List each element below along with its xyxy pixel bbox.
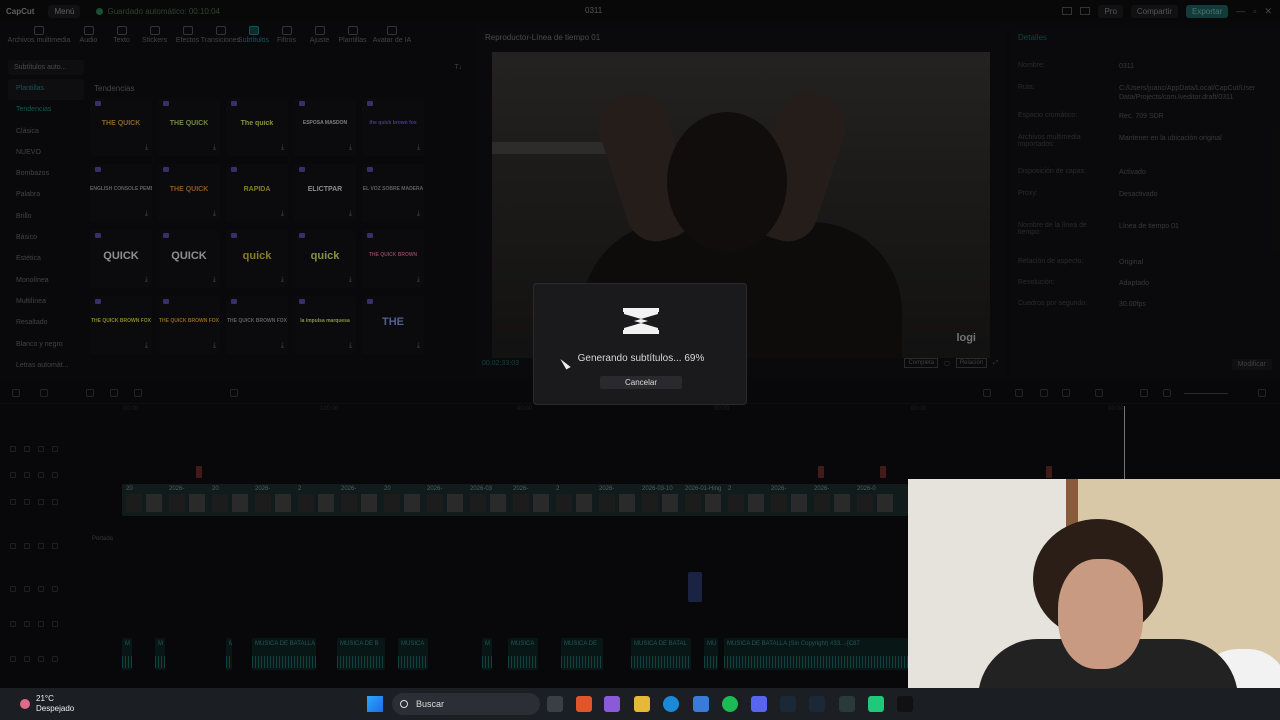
store-icon[interactable] bbox=[693, 696, 709, 712]
weather-widget[interactable]: 21°C Despejado bbox=[20, 694, 74, 714]
webcam-person-face bbox=[1058, 559, 1143, 669]
taskbar-search[interactable]: Buscar bbox=[392, 693, 540, 715]
windows-taskbar: 21°C Despejado Buscar bbox=[0, 688, 1280, 720]
file-explorer-icon[interactable] bbox=[634, 696, 650, 712]
edge-icon[interactable] bbox=[663, 696, 679, 712]
weather-icon bbox=[20, 699, 30, 709]
subtitle-progress-dialog: Generando subtítulos... 69% Cancelar bbox=[533, 283, 747, 405]
webcam-overlay bbox=[908, 479, 1280, 688]
steam-icon[interactable] bbox=[780, 696, 796, 712]
capcut-logo-icon bbox=[623, 308, 659, 334]
copilot-icon[interactable] bbox=[604, 696, 620, 712]
windows-start-icon[interactable] bbox=[367, 696, 383, 712]
weather-condition: Despejado bbox=[36, 704, 75, 713]
search-icon bbox=[400, 700, 408, 708]
weather-temperature: 21°C bbox=[36, 694, 54, 703]
steam-icon-2[interactable] bbox=[809, 696, 825, 712]
brave-icon[interactable] bbox=[576, 696, 592, 712]
capcut-window: CapCut Menú Guardado automático: 00:10:0… bbox=[0, 0, 1280, 688]
obs-icon[interactable] bbox=[839, 696, 855, 712]
spotify-icon[interactable] bbox=[722, 696, 738, 712]
discord-icon[interactable] bbox=[751, 696, 767, 712]
search-label: Buscar bbox=[416, 699, 445, 709]
task-view-icon[interactable] bbox=[547, 696, 563, 712]
capcut-taskbar-icon[interactable] bbox=[897, 696, 913, 712]
whatsapp-icon[interactable] bbox=[868, 696, 884, 712]
cancel-button[interactable]: Cancelar bbox=[600, 376, 682, 389]
